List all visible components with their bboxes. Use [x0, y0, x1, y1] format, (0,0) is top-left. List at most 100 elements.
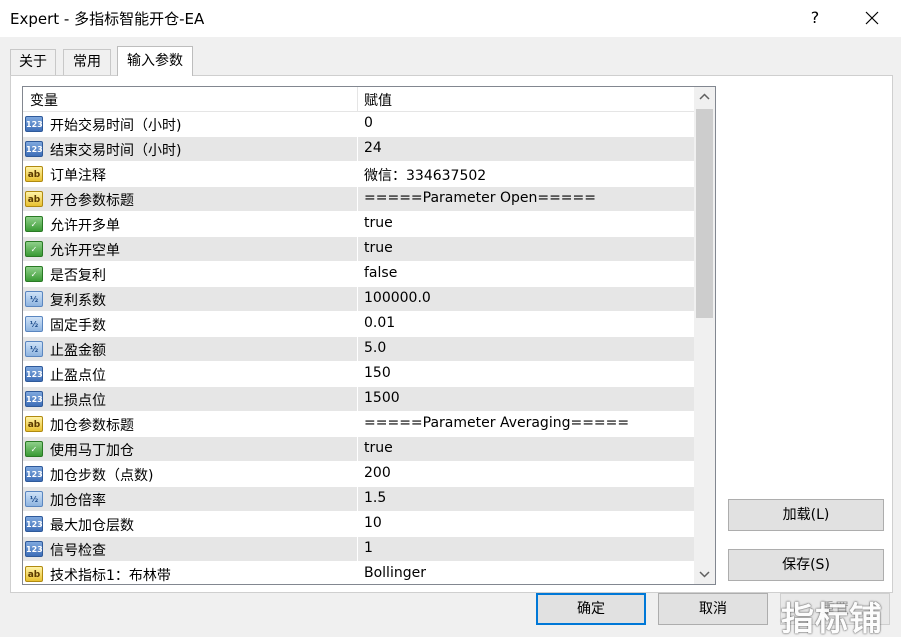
table-row[interactable]: 123 加仓步数（点数) 200 — [23, 462, 694, 487]
table-row[interactable]: ✓ 是否复利 false — [23, 262, 694, 287]
column-header-variable[interactable]: 变量 — [30, 90, 58, 110]
column-divider — [357, 87, 358, 112]
chevron-up-icon — [699, 93, 710, 100]
scroll-down-button[interactable] — [694, 564, 715, 584]
variable-name: 技术指标1：布林带 — [50, 568, 171, 584]
table-row[interactable]: ✓ 允许开多单 true — [23, 212, 694, 237]
table-row[interactable]: ab 订单注释 微信：334637502 — [23, 162, 694, 187]
variable-value[interactable]: true — [364, 440, 393, 456]
window-title: Expert - 多指标智能开仓-EA — [10, 10, 205, 28]
variable-name: 止盈金额 — [50, 343, 106, 359]
column-divider — [357, 337, 358, 362]
table-row[interactable]: ½ 固定手数 0.01 — [23, 312, 694, 337]
close-button[interactable] — [855, 4, 889, 32]
help-button[interactable]: ? — [800, 4, 830, 32]
tab-inputs[interactable]: 输入参数 — [117, 46, 193, 76]
table-row[interactable]: 123 止损点位 1500 — [23, 387, 694, 412]
scroll-thumb[interactable] — [696, 109, 713, 318]
variable-value[interactable]: 10 — [364, 515, 382, 531]
column-divider — [357, 437, 358, 462]
integer-type-icon: 123 — [25, 466, 43, 482]
variable-value[interactable]: 200 — [364, 465, 391, 481]
column-divider — [357, 287, 358, 312]
close-icon — [865, 11, 879, 25]
table-row[interactable]: ab 开仓参数标题 =====Parameter Open===== — [23, 187, 694, 212]
vertical-scrollbar[interactable] — [694, 87, 715, 584]
boolean-type-icon: ✓ — [25, 216, 43, 232]
variable-name: 加仓步数（点数) — [50, 468, 154, 484]
variable-name: 使用马丁加仓 — [50, 443, 134, 459]
variable-value[interactable]: 1.5 — [364, 490, 386, 506]
variable-value[interactable]: 微信：334637502 — [364, 165, 486, 185]
table-row[interactable]: 123 结束交易时间（小时) 24 — [23, 137, 694, 162]
load-button[interactable]: 加载(L) — [728, 499, 884, 531]
variable-value[interactable]: 0 — [364, 115, 373, 131]
tab-about[interactable]: 关于 — [10, 49, 56, 75]
table-row[interactable]: ✓ 使用马丁加仓 true — [23, 437, 694, 462]
cancel-button[interactable]: 取消 — [658, 593, 768, 625]
column-divider — [357, 187, 358, 212]
table-row[interactable]: 123 止盈点位 150 — [23, 362, 694, 387]
variable-name: 是否复利 — [50, 268, 106, 284]
variable-name: 止盈点位 — [50, 368, 106, 384]
table-row[interactable]: ½ 复利系数 100000.0 — [23, 287, 694, 312]
column-divider — [357, 387, 358, 412]
variable-value[interactable]: 1 — [364, 540, 373, 556]
variable-value[interactable]: 1500 — [364, 390, 400, 406]
column-divider — [357, 237, 358, 262]
boolean-type-icon: ✓ — [25, 266, 43, 282]
tab-common[interactable]: 常用 — [63, 49, 111, 75]
table-row[interactable]: 123 开始交易时间（小时) 0 — [23, 112, 694, 137]
table-row[interactable]: ½ 止盈金额 5.0 — [23, 337, 694, 362]
double-type-icon: ½ — [25, 291, 43, 307]
variable-value[interactable]: =====Parameter Averaging===== — [364, 415, 629, 431]
boolean-type-icon: ✓ — [25, 241, 43, 257]
variable-name: 最大加仓层数 — [50, 518, 134, 534]
variable-value[interactable]: false — [364, 265, 397, 281]
variable-name: 允许开空单 — [50, 243, 120, 259]
string-type-icon: ab — [25, 416, 43, 432]
variable-name: 加仓倍率 — [50, 493, 106, 509]
column-divider — [357, 362, 358, 387]
variable-value[interactable]: 100000.0 — [364, 290, 431, 306]
variable-value[interactable]: 150 — [364, 365, 391, 381]
table-row[interactable]: ab 加仓参数标题 =====Parameter Averaging===== — [23, 412, 694, 437]
integer-type-icon: 123 — [25, 391, 43, 407]
column-divider — [357, 312, 358, 337]
ok-button[interactable]: 确定 — [536, 593, 646, 625]
table-row[interactable]: 123 最大加仓层数 10 — [23, 512, 694, 537]
boolean-type-icon: ✓ — [25, 441, 43, 457]
column-header-value[interactable]: 赋值 — [364, 90, 392, 110]
integer-type-icon: 123 — [25, 366, 43, 382]
column-divider — [357, 212, 358, 237]
variable-value[interactable]: 0.01 — [364, 315, 395, 331]
column-divider — [357, 537, 358, 562]
grid-rows: 123 开始交易时间（小时) 0 123 结束交易时间（小时) 24 ab 订单注释 微信：33… — [23, 112, 694, 584]
string-type-icon: ab — [25, 166, 43, 182]
variable-name: 开始交易时间（小时) — [50, 118, 182, 134]
table-row[interactable]: 123 信号检查 1 — [23, 537, 694, 562]
scroll-up-button[interactable] — [694, 87, 715, 107]
variable-value[interactable]: true — [364, 240, 393, 256]
table-row[interactable]: ½ 加仓倍率 1.5 — [23, 487, 694, 512]
variable-value[interactable]: 24 — [364, 140, 382, 156]
double-type-icon: ½ — [25, 341, 43, 357]
save-button[interactable]: 保存(S) — [728, 549, 884, 581]
variable-value[interactable]: true — [364, 215, 393, 231]
column-divider — [357, 162, 358, 187]
table-row[interactable]: ✓ 允许开空单 true — [23, 237, 694, 262]
variable-name: 加仓参数标题 — [50, 418, 134, 434]
grid-header: 变量 赋值 — [23, 87, 694, 112]
variable-value[interactable]: 5.0 — [364, 340, 386, 356]
column-divider — [357, 512, 358, 537]
variable-value[interactable]: Bollinger — [364, 565, 426, 581]
integer-type-icon: 123 — [25, 116, 43, 132]
variable-name: 订单注释 — [50, 168, 106, 184]
column-divider — [357, 562, 358, 584]
double-type-icon: ½ — [25, 316, 43, 332]
parameter-grid[interactable]: 变量 赋值 123 开始交易时间（小时) 0 123 结束交易时间（小时) 24 ab 订单注… — [22, 86, 716, 585]
variable-value[interactable]: =====Parameter Open===== — [364, 190, 596, 206]
variable-name: 固定手数 — [50, 318, 106, 334]
table-row[interactable]: ab 技术指标1：布林带 Bollinger — [23, 562, 694, 584]
column-divider — [357, 487, 358, 512]
